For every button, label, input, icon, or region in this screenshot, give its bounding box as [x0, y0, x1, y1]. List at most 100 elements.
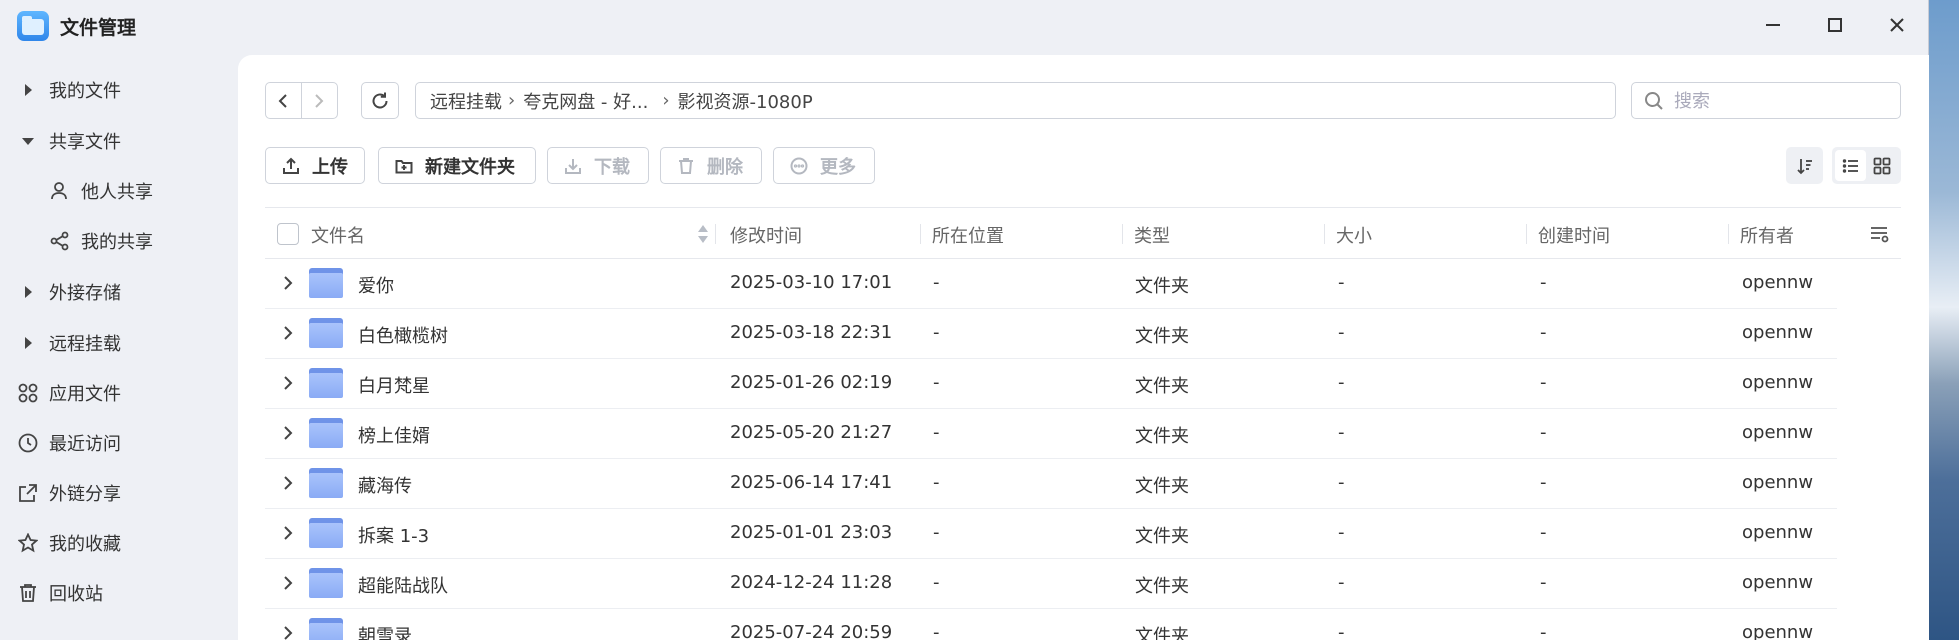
more-button[interactable]: 更多	[773, 147, 875, 184]
breadcrumb-item[interactable]: 远程挂载	[430, 88, 502, 114]
more-label: 更多	[820, 156, 856, 178]
sidebar-item-label: 外接存储	[49, 283, 121, 304]
chevron-right-icon[interactable]	[279, 274, 297, 292]
chevron-right-icon[interactable]	[279, 574, 297, 592]
file-size: -	[1338, 572, 1345, 593]
location: -	[933, 372, 940, 393]
download-button[interactable]: 下载	[547, 147, 649, 184]
file-name: 榜上佳婿	[358, 426, 430, 447]
sidebar-item-shared-files[interactable]: 共享文件	[0, 121, 236, 161]
minimize-icon	[1766, 24, 1780, 26]
sort-button[interactable]	[1786, 147, 1823, 184]
column-settings-button[interactable]	[1870, 225, 1890, 247]
upload-button[interactable]: 上传	[265, 147, 365, 184]
breadcrumb: 远程挂载 › 夸克网盘 - 好... › 影视资源-1080P	[415, 82, 1616, 119]
chevron-right-icon[interactable]	[279, 424, 297, 442]
column-header-owner[interactable]: 所有者	[1740, 222, 1794, 248]
back-button[interactable]	[266, 83, 302, 118]
chevron-right-icon[interactable]	[279, 324, 297, 342]
column-divider[interactable]	[715, 224, 716, 244]
sidebar-item-external-share[interactable]: 外链分享	[0, 473, 236, 513]
table-row[interactable]: 藏海传 2025-06-14 17:41 - 文件夹 - - opennw	[265, 459, 1837, 509]
caret-right-icon	[22, 84, 34, 96]
column-header-modified[interactable]: 修改时间	[730, 222, 802, 248]
folder-icon	[309, 268, 343, 298]
file-size: -	[1338, 372, 1345, 393]
apps-icon	[17, 382, 39, 404]
table-row[interactable]: 白色橄榄树 2025-03-18 22:31 - 文件夹 - - opennw	[265, 309, 1837, 359]
column-header-size[interactable]: 大小	[1336, 222, 1372, 248]
column-divider[interactable]	[1526, 224, 1527, 244]
file-name: 朝雪录	[358, 626, 412, 640]
sidebar-item-favorites[interactable]: 我的收藏	[0, 523, 236, 563]
title-bar: 文件管理	[0, 0, 1929, 52]
sidebar-item-label: 我的共享	[81, 232, 153, 253]
column-divider[interactable]	[1122, 224, 1123, 244]
close-button[interactable]	[1880, 10, 1914, 40]
chevron-right-icon[interactable]	[279, 524, 297, 542]
chevron-right-icon[interactable]	[279, 624, 297, 640]
search-input[interactable]	[1674, 89, 1889, 113]
forward-button[interactable]	[302, 83, 338, 118]
file-type: 文件夹	[1135, 326, 1189, 347]
column-divider[interactable]	[1728, 224, 1729, 244]
table-row[interactable]: 榜上佳婿 2025-05-20 21:27 - 文件夹 - - opennw	[265, 409, 1837, 459]
table-row[interactable]: 白月梵星 2025-01-26 02:19 - 文件夹 - - opennw	[265, 359, 1837, 409]
chevron-right-icon[interactable]	[279, 374, 297, 392]
minimize-button[interactable]	[1756, 10, 1790, 40]
column-divider[interactable]	[920, 224, 921, 244]
sidebar-item-external-storage[interactable]: 外接存储	[0, 272, 236, 312]
file-name: 拆案 1-3	[358, 526, 430, 547]
sidebar-item-remote-mount[interactable]: 远程挂载	[0, 323, 236, 363]
file-name: 白月梵星	[358, 376, 430, 397]
folder-icon	[309, 568, 343, 598]
sort-arrows-icon[interactable]	[697, 223, 709, 245]
refresh-button[interactable]	[361, 82, 399, 119]
external-share-icon	[17, 482, 39, 504]
table-row[interactable]: 朝雪录 2025-07-24 20:59 - 文件夹 - - opennw	[265, 609, 1837, 640]
owner: opennw	[1742, 472, 1814, 493]
sidebar-item-label: 最近访问	[49, 434, 121, 455]
table-row[interactable]: 拆案 1-3 2025-01-01 23:03 - 文件夹 - - opennw	[265, 509, 1837, 559]
owner: opennw	[1742, 522, 1814, 543]
new-folder-button[interactable]: 新建文件夹	[378, 147, 536, 184]
breadcrumb-item[interactable]: 夸克网盘 - 好...	[523, 88, 648, 114]
sidebar-item-shared-with-me[interactable]: 他人共享	[0, 171, 236, 211]
modified-time: 2024-12-24 11:28	[730, 572, 893, 593]
sidebar-item-label: 远程挂载	[49, 334, 121, 355]
maximize-button[interactable]	[1818, 10, 1852, 40]
sidebar-item-my-files[interactable]: 我的文件	[0, 70, 236, 110]
column-header-name[interactable]: 文件名	[311, 222, 365, 248]
column-header-location[interactable]: 所在位置	[932, 222, 1004, 248]
modified-time: 2025-05-20 21:27	[730, 422, 893, 443]
caret-down-icon	[22, 135, 34, 147]
list-view-icon	[1842, 158, 1858, 173]
location: -	[933, 272, 940, 293]
table-row[interactable]: 超能陆战队 2024-12-24 11:28 - 文件夹 - - opennw	[265, 559, 1837, 609]
sidebar-item-trash[interactable]: 回收站	[0, 573, 236, 613]
owner: opennw	[1742, 272, 1814, 293]
select-all-checkbox[interactable]	[277, 223, 299, 245]
column-divider[interactable]	[1324, 224, 1325, 244]
sidebar-item-recent[interactable]: 最近访问	[0, 423, 236, 463]
table-row[interactable]: 爱你 2025-03-10 17:01 - 文件夹 - - opennw	[265, 259, 1837, 309]
sidebar-item-app-files[interactable]: 应用文件	[0, 373, 236, 413]
folder-icon	[309, 468, 343, 498]
column-header-type[interactable]: 类型	[1134, 222, 1170, 248]
history-nav-group	[265, 82, 338, 119]
file-name: 白色橄榄树	[358, 326, 448, 347]
file-size: -	[1338, 522, 1345, 543]
chevron-right-icon[interactable]	[279, 474, 297, 492]
sidebar-item-my-shares[interactable]: 我的共享	[0, 221, 236, 261]
location: -	[933, 322, 940, 343]
breadcrumb-current[interactable]: 影视资源-1080P	[678, 88, 813, 114]
grid-view-button[interactable]	[1866, 150, 1897, 181]
delete-button[interactable]: 删除	[660, 147, 762, 184]
file-size: -	[1338, 272, 1345, 293]
search-icon	[1645, 91, 1663, 110]
owner: opennw	[1742, 622, 1814, 640]
location: -	[933, 422, 940, 443]
more-icon	[790, 157, 808, 174]
list-view-button[interactable]	[1835, 150, 1866, 181]
column-header-created[interactable]: 创建时间	[1538, 222, 1610, 248]
